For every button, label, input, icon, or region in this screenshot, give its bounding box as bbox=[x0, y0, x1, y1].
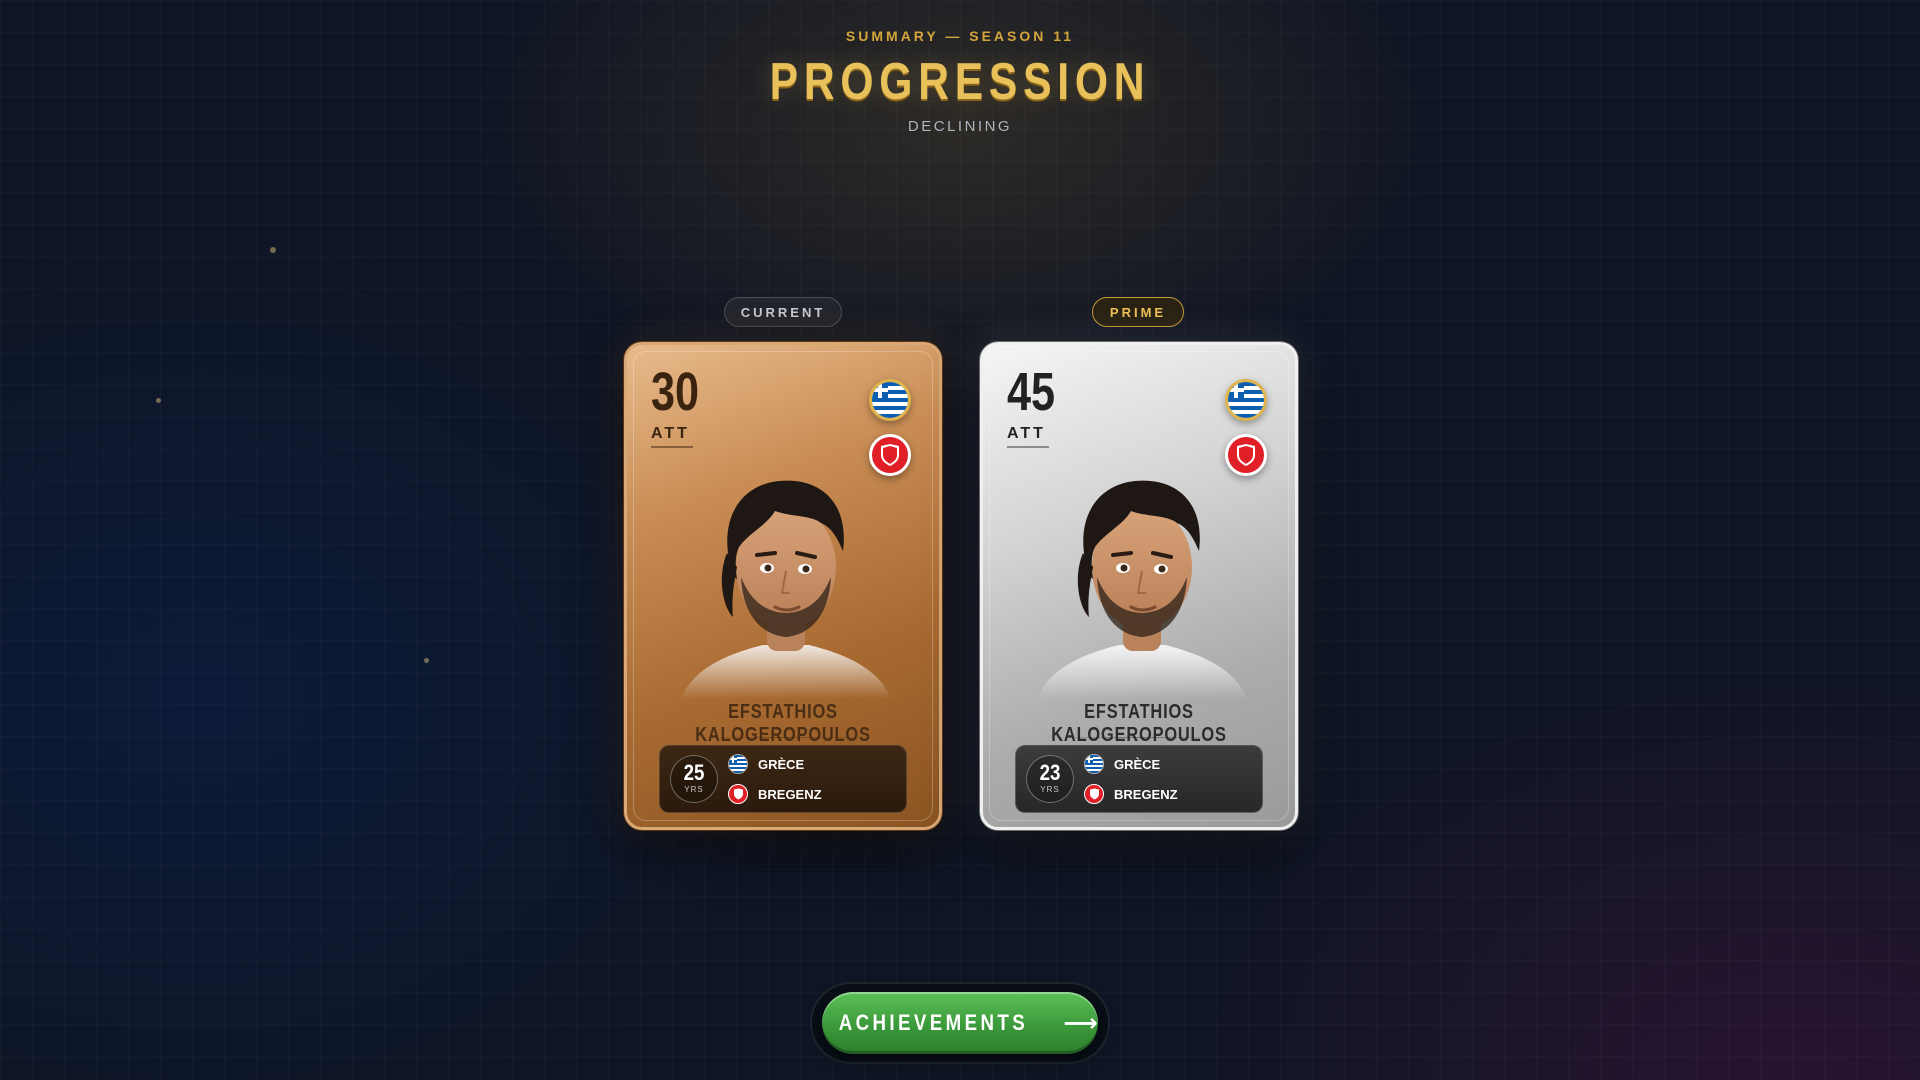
bregenz-club-crest-icon bbox=[1084, 784, 1104, 804]
prime-player-card[interactable]: 45 ATT EFSTATHIOS KALOGEROPOULOS 23 YRS … bbox=[980, 342, 1298, 830]
progression-status: DECLINING bbox=[907, 118, 1013, 135]
player-age: 23 bbox=[1039, 760, 1061, 785]
club-row: BREGENZ bbox=[1084, 783, 1178, 805]
age-unit: YRS bbox=[1040, 785, 1060, 794]
player-nation: GRÈCE bbox=[1114, 756, 1161, 772]
nation-row: GRÈCE bbox=[1084, 753, 1160, 775]
player-rating: 45 bbox=[1007, 362, 1056, 422]
season-kicker: SUMMARY — SEASON 11 bbox=[845, 28, 1075, 44]
current-badge: CURRENT bbox=[724, 297, 842, 327]
position-divider bbox=[1007, 446, 1049, 448]
arrow-right-icon: ⟶ bbox=[1063, 1009, 1098, 1037]
player-portrait bbox=[681, 480, 891, 699]
background-particle bbox=[424, 658, 429, 663]
club-row: BREGENZ bbox=[728, 783, 822, 805]
age-unit: YRS bbox=[684, 785, 704, 794]
age-badge: 25 YRS bbox=[670, 755, 718, 803]
background-particle bbox=[156, 398, 161, 403]
player-position: ATT bbox=[651, 425, 690, 442]
greece-flag-icon bbox=[869, 379, 911, 421]
player-rating: 30 bbox=[651, 362, 700, 422]
player-info-panel: 23 YRS GRÈCE BREGENZ bbox=[1015, 745, 1263, 813]
player-portrait bbox=[1037, 480, 1247, 699]
achievements-button-frame: ACHIEVEMENTS ⟶ bbox=[812, 984, 1108, 1062]
player-info-panel: 25 YRS GRÈCE BREGENZ bbox=[659, 745, 907, 813]
achievements-button-label: ACHIEVEMENTS bbox=[839, 1010, 1029, 1035]
background-particle bbox=[270, 247, 276, 253]
player-age: 25 bbox=[683, 760, 705, 785]
greece-flag-icon bbox=[728, 754, 748, 774]
prime-badge: PRIME bbox=[1092, 297, 1184, 327]
player-club: BREGENZ bbox=[1114, 786, 1178, 802]
background-grid bbox=[0, 0, 1920, 1080]
player-nation: GRÈCE bbox=[758, 756, 805, 772]
greece-flag-icon bbox=[1084, 754, 1104, 774]
age-badge: 23 YRS bbox=[1026, 755, 1074, 803]
page-title: PROGRESSION bbox=[769, 53, 1151, 111]
greece-flag-icon bbox=[1225, 379, 1267, 421]
bregenz-club-crest-icon bbox=[728, 784, 748, 804]
player-position: ATT bbox=[1007, 425, 1046, 442]
player-name: EFSTATHIOS KALOGEROPOULOS bbox=[1051, 701, 1227, 746]
name-divider bbox=[1053, 737, 1225, 738]
page-header: SUMMARY — SEASON 11 PROGRESSION DECLININ… bbox=[0, 28, 1920, 135]
achievements-button[interactable]: ACHIEVEMENTS ⟶ bbox=[822, 992, 1098, 1054]
current-player-card[interactable]: 30 ATT EFSTATHIOS KALOGEROPOULOS 25 YRS … bbox=[624, 342, 942, 830]
player-name: EFSTATHIOS KALOGEROPOULOS bbox=[695, 701, 871, 746]
player-club: BREGENZ bbox=[758, 786, 822, 802]
name-divider bbox=[697, 737, 869, 738]
position-divider bbox=[651, 446, 693, 448]
nation-row: GRÈCE bbox=[728, 753, 804, 775]
